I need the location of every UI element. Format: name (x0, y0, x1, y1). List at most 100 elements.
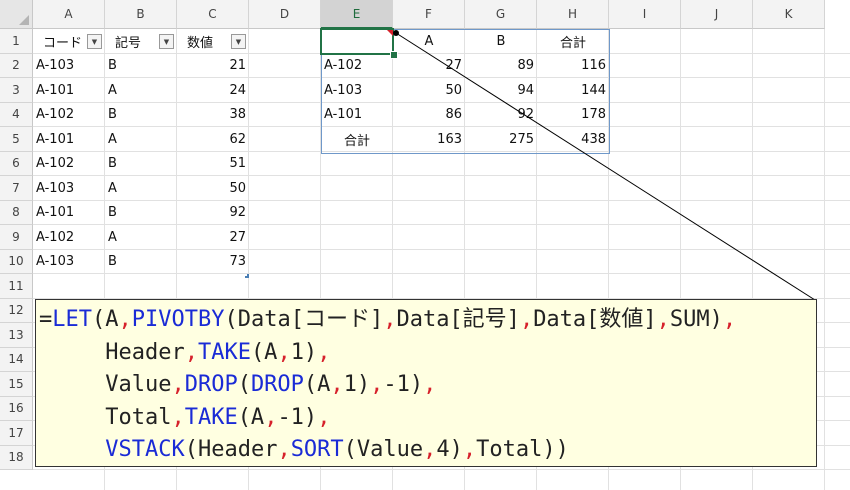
pivot-total-cell[interactable]: 163 (393, 127, 465, 151)
row-header-4[interactable]: 4 (0, 102, 33, 127)
chevron-down-icon: ▼ (235, 37, 242, 46)
formula-separator-token: , (423, 437, 437, 462)
column-header-H[interactable]: H (537, 0, 609, 29)
pivot-cell[interactable]: 86 (393, 103, 465, 127)
table-cell[interactable]: B (105, 152, 177, 176)
row-header-17[interactable]: 17 (0, 421, 33, 446)
formula-function-token: DROP (184, 372, 238, 397)
formula-separator-token: , (317, 404, 331, 430)
row-header-3[interactable]: 3 (0, 78, 33, 103)
table-cell[interactable]: A-102 (33, 152, 105, 176)
column-header-F[interactable]: F (393, 0, 465, 29)
row-header-7[interactable]: 7 (0, 176, 33, 201)
pivot-cell[interactable]: 50 (393, 78, 465, 102)
column-header-G[interactable]: G (465, 0, 537, 29)
pivot-cell[interactable]: 89 (465, 54, 537, 78)
column-header-E[interactable]: E (321, 0, 393, 29)
pivot-cell[interactable]: 27 (393, 54, 465, 78)
chevron-down-icon: ▼ (163, 37, 170, 46)
formula-function-token: VSTACK (105, 437, 185, 462)
row-header-8[interactable]: 8 (0, 200, 33, 225)
row-header-13[interactable]: 13 (0, 323, 33, 348)
row-header-12[interactable]: 12 (0, 298, 33, 323)
row-header-10[interactable]: 10 (0, 249, 33, 274)
fill-handle[interactable] (390, 51, 398, 59)
table-cell[interactable]: A-103 (33, 176, 105, 200)
row-header-5[interactable]: 5 (0, 127, 33, 152)
row-header-2[interactable]: 2 (0, 53, 33, 78)
table-cell[interactable]: A (105, 225, 177, 249)
column-header-A[interactable]: A (33, 0, 105, 29)
table-cell[interactable]: 62 (177, 127, 249, 151)
formula-token: (A (237, 404, 265, 430)
formula-token: Data[数値] (533, 307, 657, 332)
pivot-header-cell[interactable]: A (393, 29, 465, 53)
table-cell[interactable]: 50 (177, 176, 249, 200)
pivot-cell[interactable]: 92 (465, 103, 537, 127)
table-cell[interactable]: 24 (177, 78, 249, 102)
note-indicator-icon[interactable] (387, 30, 393, 36)
formula-token: (A (250, 339, 278, 365)
pivot-cell[interactable]: 144 (537, 78, 609, 102)
table-cell[interactable]: A (105, 176, 177, 200)
table-cell[interactable]: A (105, 127, 177, 151)
column-header-C[interactable]: C (177, 0, 249, 29)
table-cell[interactable]: B (105, 250, 177, 274)
pivot-cell[interactable]: 178 (537, 103, 609, 127)
formula-token: -1) (383, 372, 424, 397)
table-cell[interactable]: 38 (177, 103, 249, 127)
pivot-total-cell[interactable]: 438 (537, 127, 609, 151)
row-header-6[interactable]: 6 (0, 151, 33, 176)
row-header-9[interactable]: 9 (0, 225, 33, 250)
spreadsheet-grid[interactable]: ABCDEFGHIJK 1 2 3 4 5 6 7 8 9 10 11 12 13 14 15 16 17 18 … (0, 0, 850, 490)
row-header-14[interactable]: 14 (0, 347, 33, 372)
table-cell[interactable]: A-103 (33, 250, 105, 274)
filter-dropdown-button[interactable]: ▼ (87, 34, 102, 49)
pivot-header-cell[interactable]: 合計 (537, 29, 609, 53)
formula-line: =LET(A,PIVOTBY(Data[コード],Data[記号],Data[数… (39, 304, 816, 337)
table-cell[interactable]: 73 (177, 250, 249, 274)
formula-line: VSTACK(Header,SORT(Value,4),Total)) (39, 434, 816, 467)
table-cell[interactable]: A-102 (33, 103, 105, 127)
column-header-K[interactable]: K (753, 0, 825, 29)
row-header-11[interactable]: 11 (0, 274, 33, 299)
select-all-corner[interactable] (0, 0, 33, 29)
table-cell[interactable]: 92 (177, 201, 249, 225)
formula-note[interactable]: =LET(A,PIVOTBY(Data[コード],Data[記号],Data[数… (35, 299, 817, 467)
formula-token: = (39, 307, 53, 332)
table-cell[interactable]: A-101 (33, 127, 105, 151)
table-cell[interactable]: B (105, 103, 177, 127)
formula-separator-token: , (423, 372, 437, 397)
pivot-cell[interactable]: 94 (465, 78, 537, 102)
pivot-cell[interactable]: A-101 (321, 103, 393, 127)
table-cell[interactable]: A-102 (33, 225, 105, 249)
table-cell[interactable]: 21 (177, 54, 249, 78)
row-header-15[interactable]: 15 (0, 372, 33, 397)
pivot-cell[interactable]: A-103 (321, 78, 393, 102)
pivot-cell[interactable]: A-102 (321, 54, 393, 78)
filter-dropdown-button[interactable]: ▼ (231, 34, 246, 49)
column-header-B[interactable]: B (105, 0, 177, 29)
table-resize-handle-icon[interactable] (245, 274, 249, 278)
filter-dropdown-button[interactable]: ▼ (159, 34, 174, 49)
row-header-18[interactable]: 18 (0, 445, 33, 470)
pivot-total-cell[interactable]: 275 (465, 127, 537, 151)
table-cell[interactable]: A-103 (33, 54, 105, 78)
table-cell[interactable]: A (105, 78, 177, 102)
column-header-J[interactable]: J (681, 0, 753, 29)
table-cell[interactable]: A-101 (33, 78, 105, 102)
table-cell[interactable]: B (105, 54, 177, 78)
row-header-16[interactable]: 16 (0, 396, 33, 421)
pivot-total-cell[interactable]: 合計 (321, 127, 393, 151)
pivot-cell[interactable]: 116 (537, 54, 609, 78)
row-header-1[interactable]: 1 (0, 29, 33, 54)
column-header-I[interactable]: I (609, 0, 681, 29)
table-cell[interactable]: B (105, 201, 177, 225)
column-header-D[interactable]: D (249, 0, 321, 29)
table-cell[interactable]: A-101 (33, 201, 105, 225)
table-cell[interactable]: 51 (177, 152, 249, 176)
table-cell[interactable]: 27 (177, 225, 249, 249)
formula-token: Total)) (476, 437, 569, 462)
pivot-header-cell[interactable]: B (465, 29, 537, 53)
pivot-header-cell[interactable] (321, 29, 393, 53)
